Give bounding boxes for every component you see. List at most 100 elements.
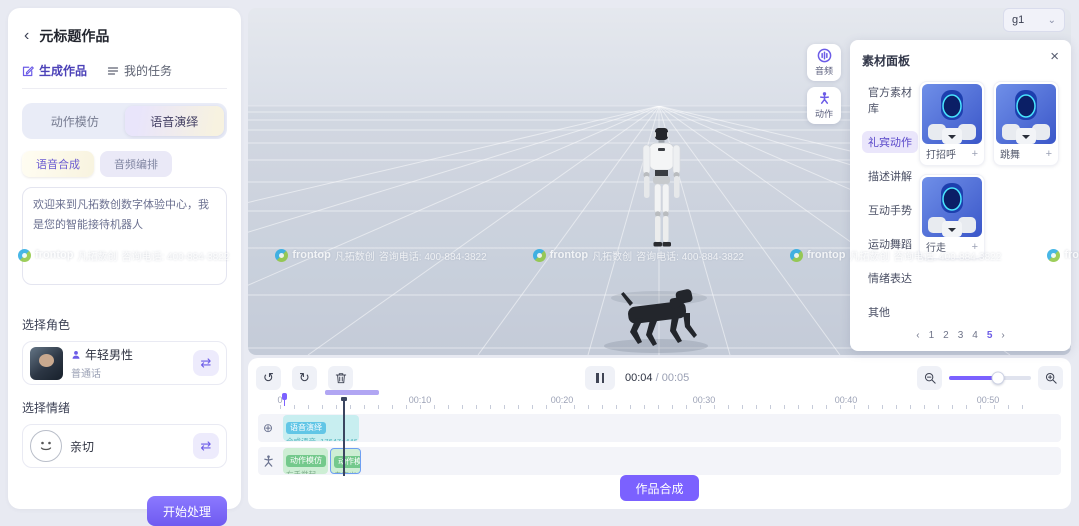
ruler-label: 00:20 <box>550 395 574 405</box>
ruler-label: 00:50 <box>976 395 1000 405</box>
playback-controls: 00:04 / 00:05 <box>585 366 689 390</box>
pagination: ‹ 1 2 3 4 5 › <box>850 330 1071 341</box>
swap-emotion-button[interactable]: ⇄ <box>193 433 219 459</box>
time-separator: / <box>655 372 659 384</box>
role-info: 年轻男性 普通话 <box>71 346 133 380</box>
compose-work-button[interactable]: 作品合成 <box>620 475 699 501</box>
mode-toggle: 动作模仿 语音演绎 <box>22 103 227 139</box>
chevron-down-icon: ⌄ <box>1047 14 1056 26</box>
material-card-greet[interactable]: 打招呼 + <box>919 81 985 166</box>
clip-label: 合成语音_1764744467343 <box>286 436 359 441</box>
tab-label: 生成作品 <box>39 64 88 78</box>
add-material-icon[interactable]: + <box>972 148 978 160</box>
time-display: 00:04 / 00:05 <box>625 372 689 384</box>
timeline-zoom-slider[interactable] <box>949 366 1031 390</box>
model-selector-dropdown[interactable]: g1 ⌄ <box>1003 8 1065 32</box>
audio-track: ⊕ 语音演绎 合成语音_1764744467343 <box>258 414 1061 442</box>
tab-my-tasks[interactable]: 我的任务 <box>107 62 172 79</box>
menu-item-concierge-actions[interactable]: 礼宾动作 <box>862 131 918 153</box>
motion-track-icon[interactable] <box>260 453 276 469</box>
menu-item-gestures[interactable]: 互动手势 <box>862 199 918 221</box>
pause-button[interactable] <box>585 366 615 390</box>
emotion-name: 亲切 <box>70 439 95 454</box>
tab-generate-works[interactable]: 生成作品 <box>22 62 87 79</box>
slider-knob[interactable] <box>991 371 1005 385</box>
ruler-ticks <box>280 405 1025 409</box>
close-icon[interactable]: × <box>1050 48 1059 65</box>
motion-icon <box>819 92 829 104</box>
role-card[interactable]: 年轻男性 普通话 ⇄ <box>22 341 227 385</box>
materials-panel: 素材面板 × 官方素材库 礼宾动作 描述讲解 互动手势 运动舞蹈 情绪表达 其他… <box>850 40 1071 351</box>
audio-tool-button[interactable]: 音频 <box>807 44 841 81</box>
subtab-audio-arrangement[interactable]: 音频编排 <box>100 151 172 177</box>
clip-label: 自定义 <box>334 470 357 473</box>
start-processing-button[interactable]: 开始处理 <box>146 496 227 526</box>
pagination-page-3[interactable]: 3 <box>958 330 964 341</box>
audio-clip[interactable]: 语音演绎 合成语音_1764744467343 <box>283 415 359 441</box>
sub-tabs: 语音合成 音频编排 <box>22 151 227 177</box>
ruler-label: 00:40 <box>834 395 858 405</box>
pagination-page-1[interactable]: 1 <box>929 330 935 341</box>
delete-button[interactable] <box>328 366 353 390</box>
sidebar-tabs: 生成作品 我的任务 <box>22 62 227 89</box>
swap-icon: ⇄ <box>200 438 212 453</box>
mode-motion-imitation[interactable]: 动作模仿 <box>25 106 125 136</box>
playhead-line[interactable] <box>341 397 346 476</box>
pagination-next-icon[interactable]: › <box>1001 330 1004 341</box>
menu-item-other[interactable]: 其他 <box>862 301 896 323</box>
menu-item-emotion[interactable]: 情绪表达 <box>862 267 918 289</box>
clip-badge: 语音演绎 <box>286 421 326 434</box>
menu-item-dance[interactable]: 运动舞蹈 <box>862 233 918 255</box>
ruler-label: 00:30 <box>692 395 716 405</box>
material-thumbnail <box>922 177 982 237</box>
audio-track-icon[interactable]: ⊕ <box>260 420 276 436</box>
motion-tool-button[interactable]: 动作 <box>807 87 841 124</box>
tab-label: 我的任务 <box>124 64 173 78</box>
add-material-icon[interactable]: + <box>1046 148 1052 160</box>
pagination-page-2[interactable]: 2 <box>943 330 949 341</box>
material-name: 跳舞 <box>1000 150 1020 161</box>
material-name: 行走 <box>926 243 946 254</box>
redo-icon: ↻ <box>299 370 310 385</box>
edit-square-icon <box>22 65 34 76</box>
role-section-label: 选择角色 <box>22 318 71 332</box>
clip-badge: 动作模仿 <box>334 455 360 468</box>
motion-clip-1[interactable]: 动作模仿 右手举起 <box>283 448 328 474</box>
menu-item-description[interactable]: 描述讲解 <box>862 165 918 187</box>
emotion-card[interactable]: 亲切 ⇄ <box>22 424 227 468</box>
ruler-label: 0 <box>277 395 283 405</box>
add-material-icon[interactable]: + <box>972 241 978 253</box>
subtab-speech-synthesis[interactable]: 语音合成 <box>22 151 94 177</box>
undo-button[interactable]: ↺ <box>256 366 281 390</box>
material-card-dance[interactable]: 跳舞 + <box>993 81 1059 166</box>
timeline-panel: ↺ ↻ 00:04 / 00:05 0 00:10 00:20 00:30 00… <box>248 358 1071 509</box>
zoom-out-icon <box>924 372 936 384</box>
pause-icon <box>596 373 599 383</box>
clip-label: 右手举起 <box>286 469 325 474</box>
total-time: 00:05 <box>661 372 690 384</box>
app-root: ‹ 元标题作品 生成作品 我的任务 动作模仿 语音演绎 语音合成 音频编排 欢迎… <box>0 0 1079 526</box>
timeline-ruler[interactable]: 0 00:10 00:20 00:30 00:40 00:50 <box>248 390 1071 410</box>
pagination-page-5[interactable]: 5 <box>987 330 993 341</box>
zoom-controls <box>917 366 1063 390</box>
trash-icon <box>335 373 346 384</box>
zoom-in-icon <box>1045 372 1057 384</box>
swap-role-button[interactable]: ⇄ <box>193 350 219 376</box>
mode-voice-performance[interactable]: 语音演绎 <box>124 106 224 136</box>
zoom-out-button[interactable] <box>917 366 942 390</box>
material-card-walk[interactable]: 行走 + <box>919 174 985 259</box>
zoom-in-button[interactable] <box>1038 366 1063 390</box>
motion-track: 动作模仿 右手举起 动作模仿 自定义 <box>258 447 1061 475</box>
material-thumbnail <box>996 84 1056 144</box>
menu-item-official-library[interactable]: 官方素材库 <box>862 81 919 119</box>
audio-icon <box>817 48 831 63</box>
pagination-page-4[interactable]: 4 <box>972 330 978 341</box>
script-textarea[interactable]: 欢迎来到凡拓数创数字体验中心，我是您的智能接待机器人 <box>22 187 227 285</box>
back-icon[interactable]: ‹ <box>24 28 29 44</box>
swap-icon: ⇄ <box>200 355 212 370</box>
redo-button[interactable]: ↻ <box>292 366 317 390</box>
motion-clip-2-selected[interactable]: 动作模仿 自定义 <box>330 448 361 474</box>
person-icon <box>72 350 80 359</box>
pagination-prev-icon[interactable]: ‹ <box>916 330 919 341</box>
sidebar-header: ‹ 元标题作品 <box>24 26 227 46</box>
